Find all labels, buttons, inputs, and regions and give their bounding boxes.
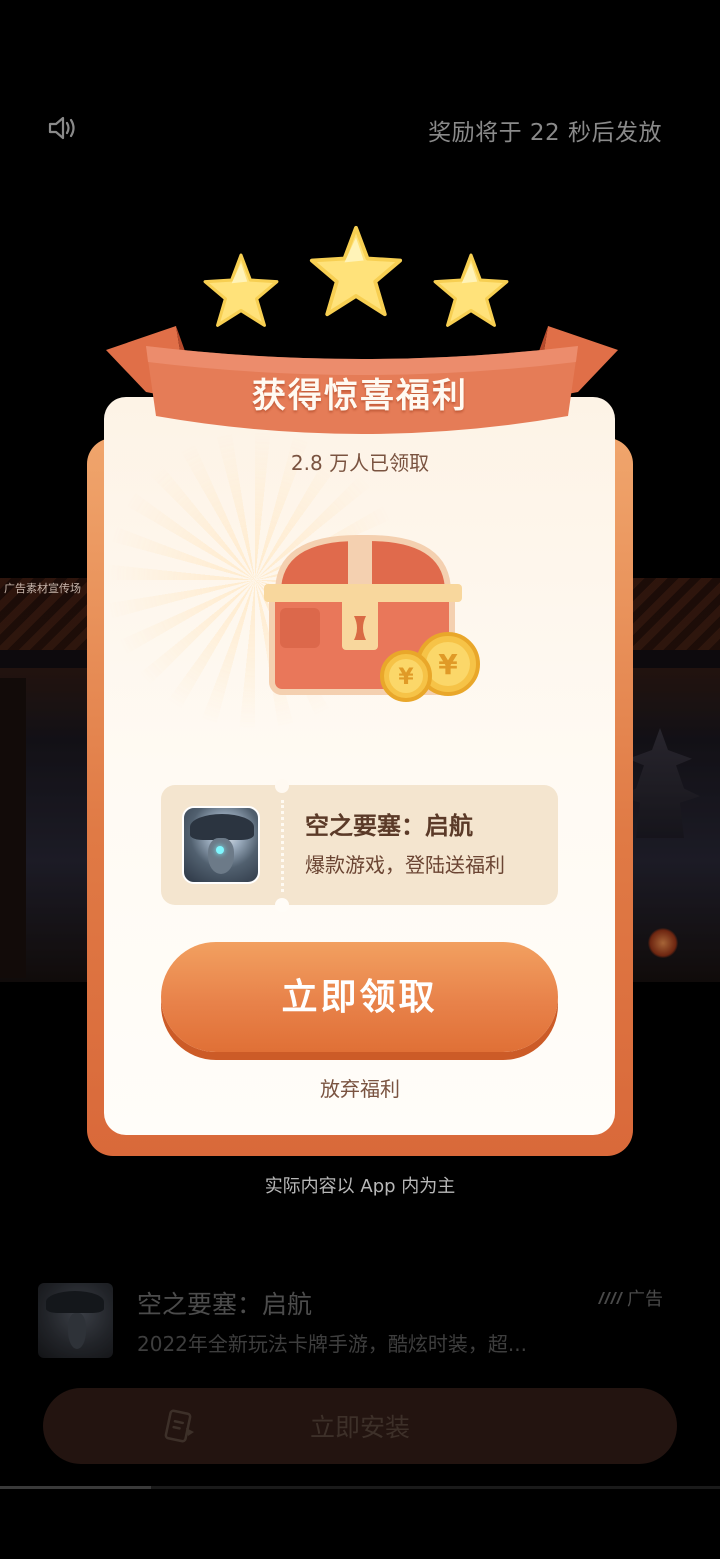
ticket-notch (275, 779, 289, 793)
video-progress-fill (0, 1486, 152, 1489)
give-up-link[interactable]: 放弃福利 (0, 1073, 720, 1102)
svg-text:¥: ¥ (398, 665, 414, 690)
ad-description: 2022年全新玩法卡牌手游，酷炫时装，超... (137, 1332, 527, 1356)
star-icon (432, 252, 510, 330)
install-app-icon (160, 1408, 198, 1444)
card-title: 获得惊喜福利 (252, 376, 468, 416)
disclaimer-text: 实际内容以 App 内为主 (264, 1176, 456, 1197)
game-description: 爆款游戏，登陆送福利 (305, 853, 505, 877)
speaker-icon[interactable] (46, 114, 78, 142)
svg-text:¥: ¥ (438, 648, 458, 681)
claimed-count: 2.8 万人已领取 (290, 451, 430, 475)
star-icon (308, 224, 404, 320)
treasure-chest-icon: ¥ ¥ (258, 532, 480, 708)
ad-title[interactable]: 空之要塞：启航 (137, 1285, 312, 1321)
install-button-label: 立即安装 (309, 1413, 410, 1442)
star-icon (202, 252, 280, 330)
reward-countdown: 奖励将于 22 秒后发放 (428, 120, 662, 146)
install-now-button[interactable]: 立即安装 (43, 1388, 677, 1464)
ad-watermark-text: 广告素材宣传场 (4, 582, 81, 595)
ad-network-logo-icon (598, 1292, 623, 1304)
claim-now-button[interactable]: 立即领取 (161, 942, 558, 1052)
ad-label: 广告 (596, 1285, 663, 1311)
ad-label-text: 广告 (627, 1289, 663, 1310)
game-name: 空之要塞：启航 (305, 812, 473, 840)
ad-app-thumbnail[interactable] (38, 1283, 113, 1358)
dashed-divider (281, 800, 284, 892)
video-progress-bar (0, 1486, 720, 1489)
game-app-icon (182, 806, 260, 884)
ticket-notch (275, 898, 289, 912)
claim-button-label: 立即领取 (281, 977, 438, 1018)
